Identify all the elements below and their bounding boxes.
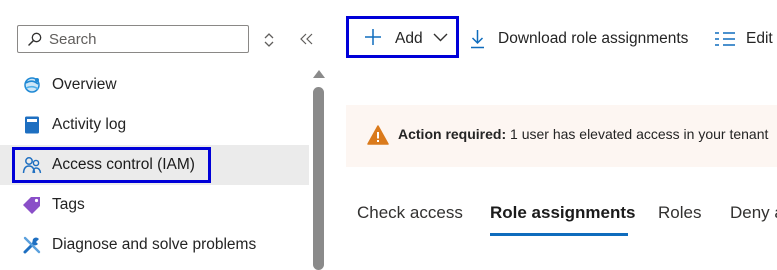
tab-deny-assignments[interactable]: Deny assignments bbox=[730, 203, 777, 223]
wrench-icon bbox=[23, 236, 41, 254]
add-button-label: Add bbox=[395, 30, 423, 47]
scroll-up-arrow-icon[interactable] bbox=[313, 70, 325, 78]
overview-icon bbox=[24, 77, 40, 93]
sidebar-item-overview[interactable]: Overview bbox=[0, 65, 309, 105]
iam-icon bbox=[22, 157, 42, 174]
scrollbar-thumb[interactable] bbox=[313, 87, 324, 270]
chevron-down-icon bbox=[433, 33, 448, 42]
activity-log-icon bbox=[25, 116, 39, 134]
sort-icon[interactable] bbox=[262, 31, 276, 49]
sidebar-item-activity-log[interactable]: Activity log bbox=[0, 105, 309, 145]
sidebar-item-label: Overview bbox=[52, 76, 117, 93]
tab-role-assignments[interactable]: Role assignments bbox=[490, 203, 636, 223]
add-button[interactable]: Add bbox=[346, 16, 459, 58]
warning-icon bbox=[367, 125, 389, 145]
sidebar-item-tags[interactable]: Tags bbox=[0, 185, 309, 225]
download-role-assignments-button[interactable]: Download role assignments bbox=[470, 24, 688, 54]
sidebar-item-access-control[interactable]: Access control (IAM) bbox=[0, 145, 309, 185]
sidebar-item-label: Tags bbox=[52, 196, 85, 213]
search-placeholder: Search bbox=[49, 30, 97, 48]
edit-columns-button[interactable]: Edit bbox=[714, 24, 773, 54]
sidebar-item-diagnose[interactable]: Diagnose and solve problems bbox=[0, 225, 309, 265]
action-required-banner[interactable]: Action required: 1 user has elevated acc… bbox=[346, 105, 777, 167]
tag-icon bbox=[23, 197, 40, 214]
tab-roles[interactable]: Roles bbox=[658, 203, 701, 223]
search-input[interactable]: Search bbox=[17, 25, 249, 53]
tab-check-access[interactable]: Check access bbox=[357, 203, 463, 223]
banner-message: 1 user has elevated access in your tenan… bbox=[510, 126, 769, 142]
sidebar-nav: Overview Activity log Access control (IA… bbox=[0, 65, 309, 265]
download-button-label: Download role assignments bbox=[498, 30, 689, 47]
edit-button-label: Edit bbox=[746, 30, 773, 47]
sidebar-item-label: Activity log bbox=[52, 116, 127, 133]
plus-icon bbox=[365, 29, 381, 45]
sidebar-item-label: Access control (IAM) bbox=[52, 156, 195, 173]
banner-text: Action required: 1 user has elevated acc… bbox=[398, 126, 768, 142]
banner-title: Action required: bbox=[398, 126, 507, 142]
columns-icon bbox=[715, 32, 735, 46]
search-icon bbox=[28, 32, 42, 46]
tab-bar: Check access Role assignments Roles Deny… bbox=[357, 203, 777, 237]
active-tab-indicator bbox=[490, 233, 628, 236]
collapse-icon[interactable] bbox=[300, 33, 314, 45]
download-icon bbox=[471, 30, 484, 49]
sidebar-item-label: Diagnose and solve problems bbox=[52, 236, 257, 253]
